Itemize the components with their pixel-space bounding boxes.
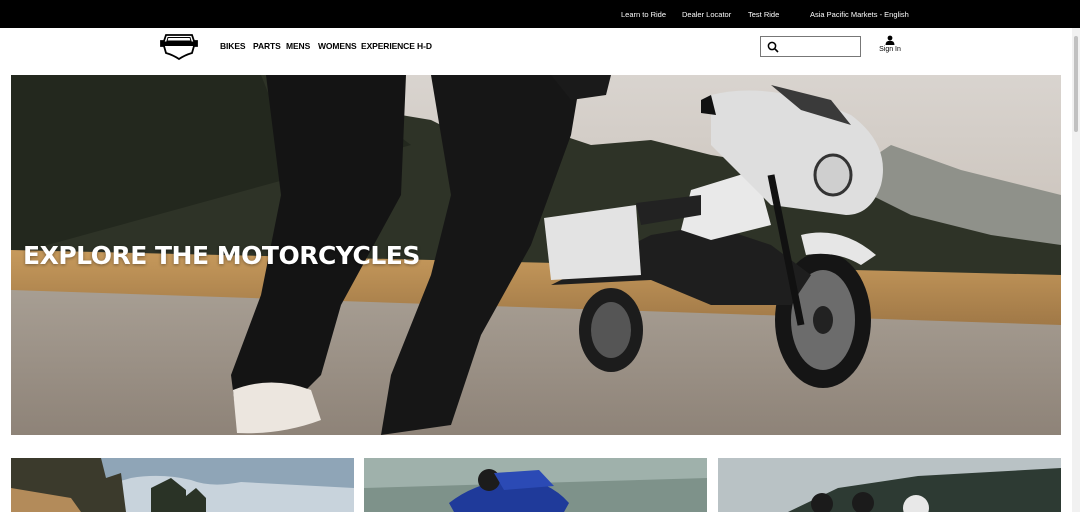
nav-item-mens[interactable]: MENS bbox=[286, 41, 310, 51]
scrollbar-thumb[interactable] bbox=[1074, 36, 1078, 132]
region-selector[interactable]: Asia Pacific Markets - English bbox=[810, 10, 909, 19]
harley-davidson-shield-logo-icon bbox=[160, 34, 198, 61]
utility-link-learn-to-ride[interactable]: Learn to Ride bbox=[621, 10, 666, 19]
nav-item-bikes[interactable]: BIKES bbox=[220, 41, 246, 51]
search-icon[interactable] bbox=[767, 41, 779, 53]
card-image-3 bbox=[718, 458, 1061, 512]
nav-item-experience-hd[interactable]: EXPERIENCE H-D bbox=[361, 41, 432, 51]
card-image-1 bbox=[11, 458, 354, 512]
hero-banner[interactable]: EXPLORE THE MOTORCYCLES bbox=[11, 75, 1061, 435]
utility-link-test-ride[interactable]: Test Ride bbox=[748, 10, 779, 19]
category-card-1[interactable] bbox=[11, 458, 354, 512]
hero-title: EXPLORE THE MOTORCYCLES bbox=[23, 241, 420, 270]
category-card-3[interactable] bbox=[718, 458, 1061, 512]
card-image-2 bbox=[364, 458, 707, 512]
main-header: BIKES PARTS MENS WOMENS EXPERIENCE H-D S… bbox=[0, 28, 1072, 75]
utility-link-dealer-locator[interactable]: Dealer Locator bbox=[682, 10, 731, 19]
nav-item-womens[interactable]: WOMENS bbox=[318, 41, 357, 51]
search-box[interactable] bbox=[760, 36, 861, 57]
category-card-2[interactable] bbox=[364, 458, 707, 512]
sign-in-label: Sign In bbox=[879, 46, 901, 53]
search-input[interactable] bbox=[785, 39, 857, 54]
utility-bar: Learn to Ride Dealer Locator Test Ride A… bbox=[0, 0, 1080, 28]
sign-in-link[interactable]: Sign In bbox=[874, 35, 906, 53]
brand-logo[interactable] bbox=[160, 33, 198, 61]
page-scrollbar[interactable] bbox=[1072, 28, 1080, 512]
user-icon bbox=[885, 35, 895, 45]
nav-item-parts[interactable]: PARTS bbox=[253, 41, 281, 51]
